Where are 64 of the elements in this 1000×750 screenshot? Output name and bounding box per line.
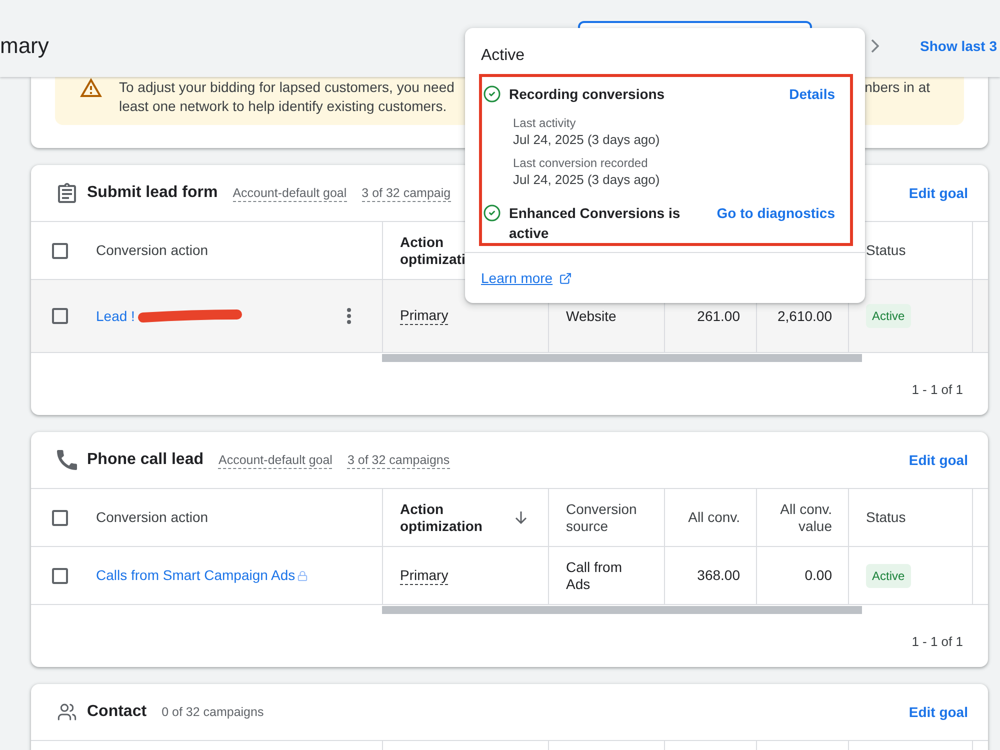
show-last-link[interactable]: Show last 3 — [920, 36, 998, 56]
table-cell-text: Call from Ads — [566, 558, 624, 592]
goal-tag[interactable]: Account-default goal — [232, 184, 347, 202]
horizontal-scrollbar[interactable] — [382, 606, 862, 614]
checkbox[interactable] — [52, 308, 68, 324]
vertical-dots-icon[interactable] — [347, 308, 351, 324]
warning-text: least one network to help identify existing customers. — [119, 97, 447, 116]
detail-value: Jul 24, 2025 (3 days ago) — [513, 131, 660, 148]
status-badge: Active — [866, 564, 911, 588]
down-arrow-icon[interactable] — [515, 511, 527, 524]
status-badge: Active — [866, 304, 911, 328]
status-label: Enhanced Conversions is active — [509, 204, 682, 243]
column-header[interactable]: Conversion source — [566, 500, 644, 534]
goal-title: Phone call lead — [87, 451, 204, 469]
detail-label: Last activity — [513, 115, 576, 131]
phone-icon — [57, 450, 77, 470]
popover-title: Active — [481, 46, 525, 66]
table-cell: Website — [566, 308, 616, 324]
goal-tag[interactable]: 3 of 32 campaigns — [347, 452, 450, 468]
column-header[interactable]: Conversion action — [96, 242, 208, 259]
table-cell: 0.00 — [804, 567, 832, 584]
column-header[interactable]: Status — [866, 242, 906, 259]
conversion-action-link[interactable]: Lead ! — [96, 308, 135, 324]
optimization-value[interactable]: Primary — [400, 307, 448, 325]
goal-tag[interactable]: 3 of 32 campaig — [362, 184, 451, 202]
goal-title: Contact — [87, 703, 147, 721]
edit-goal-link[interactable]: Edit goal — [908, 704, 968, 720]
checkbox[interactable] — [52, 510, 68, 526]
detail-label: Last conversion recorded — [513, 155, 648, 171]
horizontal-scrollbar[interactable] — [382, 354, 862, 362]
learn-more-link[interactable]: Learn more — [481, 270, 572, 286]
people-icon — [56, 702, 78, 722]
column-header[interactable]: Action optimization — [400, 500, 500, 534]
table-cell: 261.00 — [697, 308, 740, 324]
table-cell: 368.00 — [697, 567, 740, 584]
table-cell: 2,610.00 — [778, 308, 832, 324]
check-circle-icon — [483, 204, 501, 222]
goal-tag[interactable]: Account-default goal — [218, 452, 332, 468]
optimization-value[interactable]: Primary — [400, 566, 448, 584]
pagination-text: 1 - 1 of 1 — [912, 634, 963, 648]
status-label: Recording conversions — [509, 85, 666, 104]
checkbox[interactable] — [52, 242, 68, 258]
pagination-text: 1 - 1 of 1 — [912, 382, 963, 396]
detail-value: Jul 24, 2025 (3 days ago) — [513, 171, 660, 188]
edit-goal-link[interactable]: Edit goal — [908, 452, 968, 468]
status-link[interactable]: Details — [789, 84, 835, 104]
page-title: mary — [0, 32, 49, 60]
external-link-icon[interactable] — [558, 272, 572, 284]
goal-tag: 0 of 32 campaigns — [162, 704, 264, 720]
clipboard-icon — [57, 183, 77, 203]
column-header[interactable]: All conv. value — [774, 500, 832, 534]
goal-title: Submit lead form — [87, 184, 218, 202]
edit-goal-link[interactable]: Edit goal — [908, 185, 968, 201]
column-header[interactable]: Status — [866, 509, 906, 526]
column-header[interactable]: All conv. — [688, 509, 740, 526]
column-header[interactable]: Conversion action — [96, 509, 208, 526]
check-circle-icon — [483, 85, 501, 103]
warning-icon — [80, 78, 102, 97]
conversion-action-link[interactable]: Calls from Smart Campaign Ads — [96, 567, 296, 584]
checkbox[interactable] — [52, 568, 68, 584]
warning-text: nbers in at — [864, 78, 930, 97]
warning-text: To adjust your bidding for lapsed customers, you need — [119, 78, 454, 97]
status-link[interactable]: Go to diagnostics — [716, 203, 835, 223]
chevron-right-icon[interactable] — [871, 38, 879, 52]
